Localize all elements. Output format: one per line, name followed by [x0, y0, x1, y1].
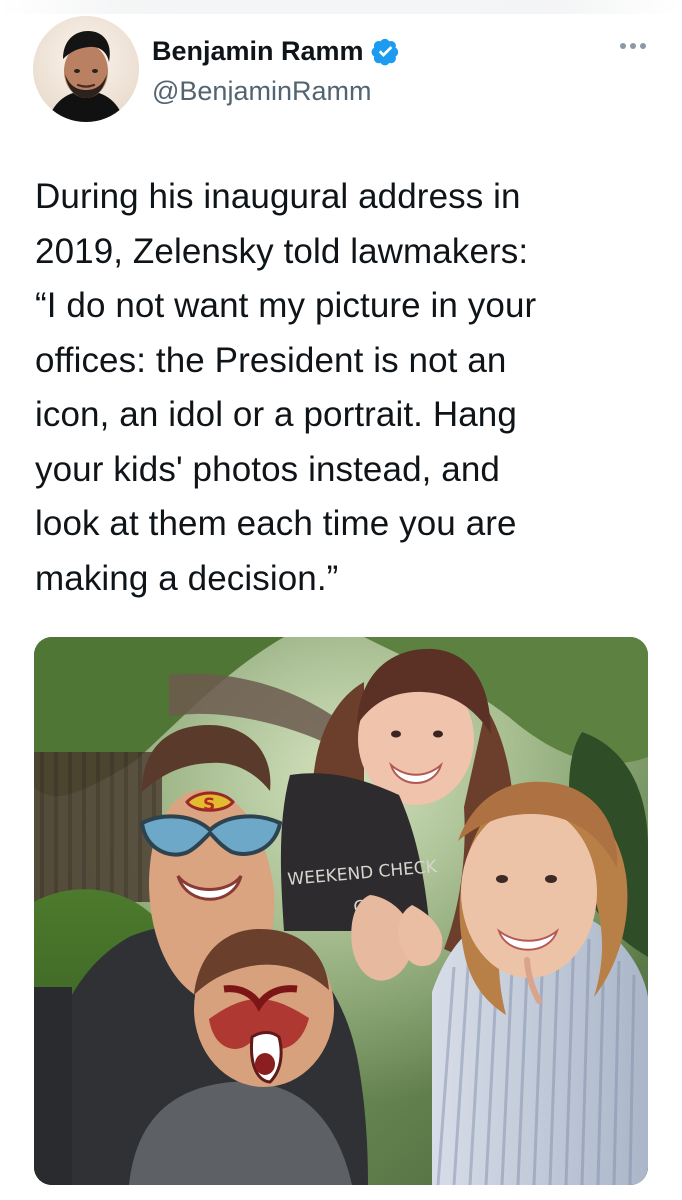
- svg-text:S: S: [203, 795, 215, 815]
- tweet-text: During his inaugural address in 2019, Ze…: [35, 170, 645, 606]
- verified-badge-icon: [371, 37, 400, 66]
- more-options-dot: [640, 43, 646, 49]
- author-name-row: Benjamin Ramm: [152, 32, 400, 70]
- tweet-text-line: offices: the President is not an: [35, 340, 507, 380]
- tweet-text-line: look at them each time you are: [35, 504, 517, 543]
- author-identity: Benjamin Ramm @BenjaminRamm: [152, 32, 400, 105]
- more-options-button[interactable]: [614, 34, 652, 58]
- tweet-text-line: “I do not want my picture in your: [35, 286, 537, 325]
- more-options-dot: [620, 43, 626, 49]
- tweet-text-line: During his inaugural address in: [35, 177, 521, 216]
- tweet-text-line: your kids' photos instead, and: [35, 449, 500, 489]
- tweet-text-line: making a decision.”: [35, 558, 339, 598]
- tweet-header: Benjamin Ramm @BenjaminRamm: [0, 0, 682, 150]
- family-photo: WEEKEND CHECK CR S: [34, 637, 648, 1185]
- tweet-text-line: icon, an idol or a portrait. Hang: [35, 395, 517, 434]
- author-display-name[interactable]: Benjamin Ramm: [152, 37, 364, 65]
- tweet-photo[interactable]: WEEKEND CHECK CR S: [34, 637, 648, 1185]
- more-options-dot: [630, 43, 636, 49]
- avatar[interactable]: [33, 16, 139, 122]
- tweet-text-line: 2019, Zelensky told lawmakers:: [35, 231, 529, 271]
- tweet-screenshot: Benjamin Ramm @BenjaminRamm During his i…: [0, 0, 682, 1200]
- author-handle[interactable]: @BenjaminRamm: [152, 78, 400, 105]
- avatar-photo: [33, 16, 139, 122]
- bottom-spacing: [0, 1190, 682, 1200]
